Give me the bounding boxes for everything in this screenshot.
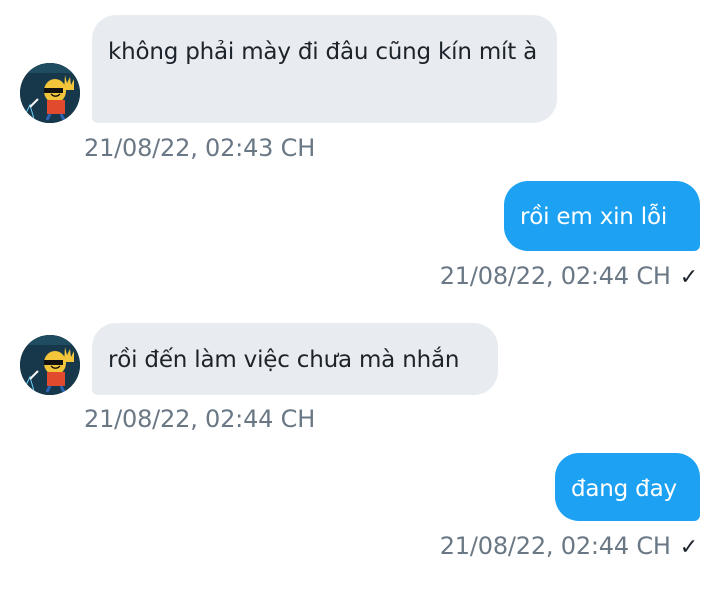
message-timestamp: 21/08/22, 02:44 CH ✓ — [404, 531, 698, 563]
message-text: đang đay — [571, 476, 677, 502]
incoming-message-bubble[interactable]: rồi đến làm việc chưa mà nhắn — [92, 323, 498, 395]
checkmark-icon: ✓ — [679, 535, 698, 560]
outgoing-message-bubble[interactable]: rồi em xin lỗi — [504, 181, 700, 251]
timestamp-text: 21/08/22, 02:43 CH — [84, 134, 316, 162]
message-timestamp: 21/08/22, 02:44 CH ✓ — [404, 261, 698, 293]
timestamp-text: 21/08/22, 02:44 CH — [439, 262, 671, 290]
avatar-image — [20, 63, 80, 123]
contact-avatar[interactable] — [20, 63, 80, 123]
message-timestamp: 21/08/22, 02:44 CH — [84, 404, 315, 434]
checkmark-icon: ✓ — [679, 265, 698, 290]
chat-thread: không phải mày đi đâu cũng kín mít à 21/… — [0, 0, 720, 604]
message-text: rồi đến làm việc chưa mà nhắn — [108, 347, 460, 373]
timestamp-text: 21/08/22, 02:44 CH — [84, 405, 316, 433]
avatar-image — [20, 335, 80, 395]
contact-avatar[interactable] — [20, 335, 80, 395]
message-text: rồi em xin lỗi — [520, 204, 668, 230]
outgoing-message-bubble[interactable]: đang đay — [555, 453, 700, 521]
timestamp-text: 21/08/22, 02:44 CH — [439, 532, 671, 560]
message-text: không phải mày đi đâu cũng kín mít à — [108, 39, 538, 65]
message-timestamp: 21/08/22, 02:43 CH — [84, 133, 315, 163]
incoming-message-bubble[interactable]: không phải mày đi đâu cũng kín mít à — [92, 15, 557, 123]
